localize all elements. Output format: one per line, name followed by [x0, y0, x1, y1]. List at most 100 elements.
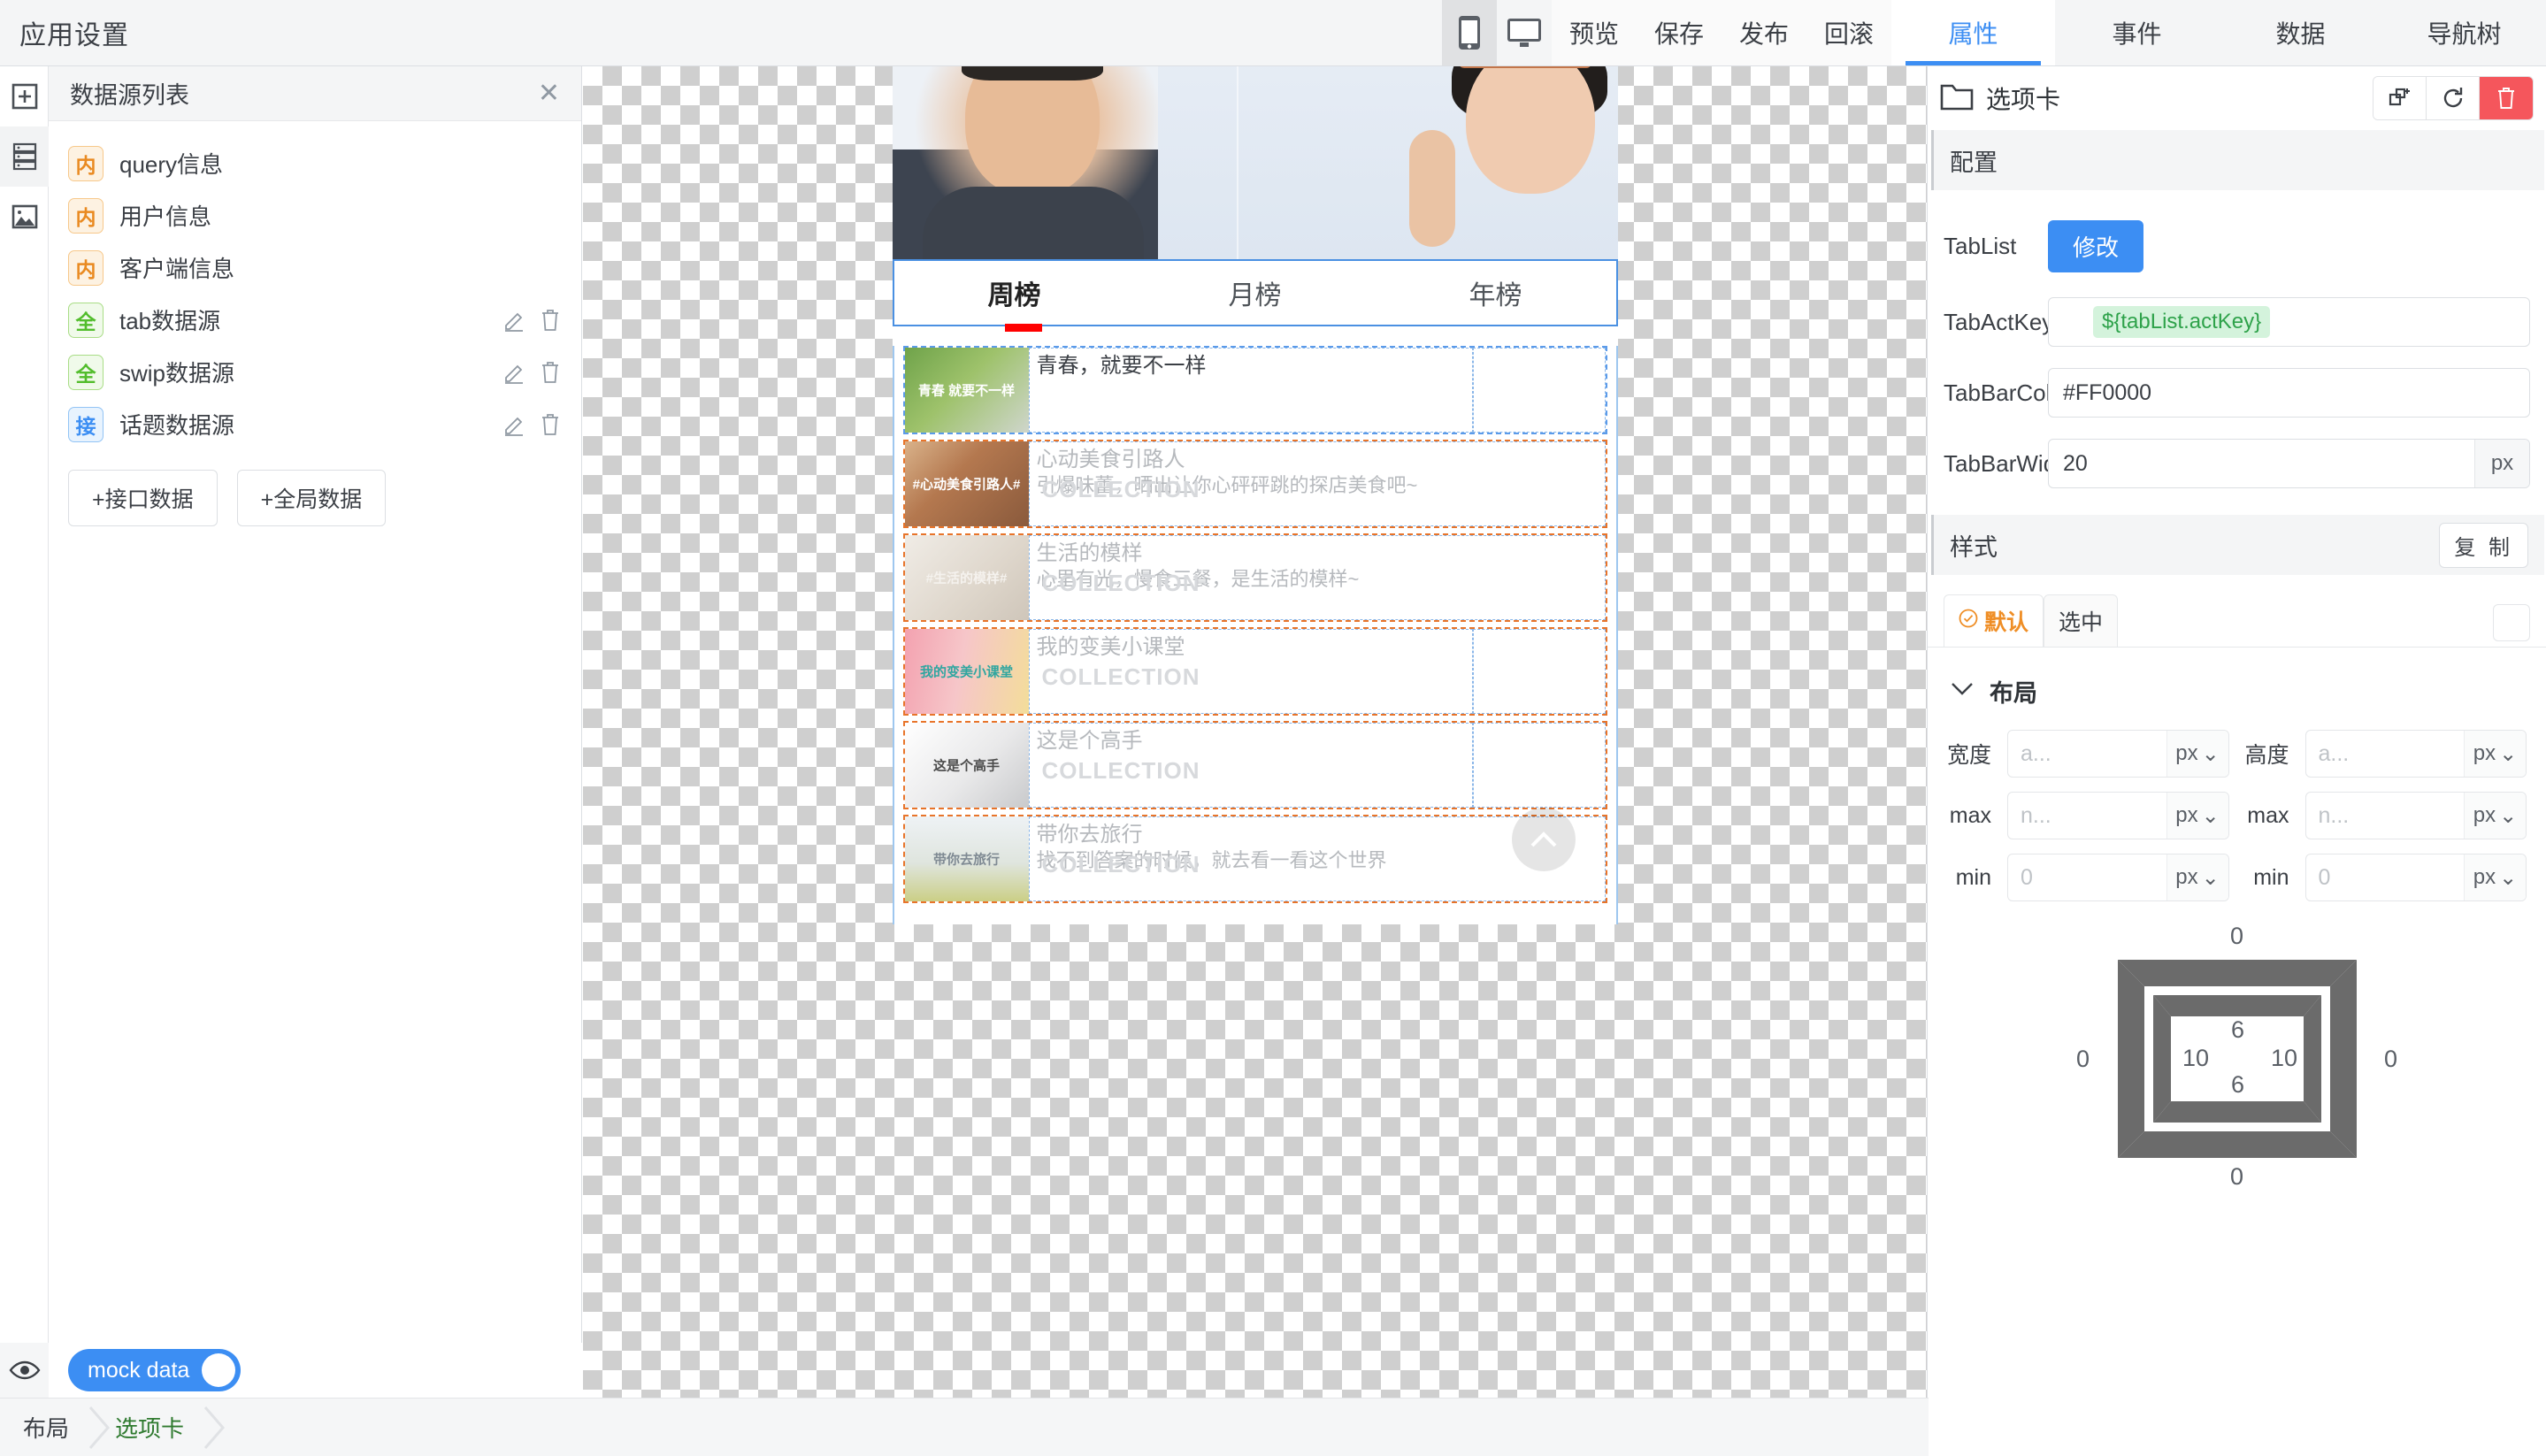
- breadcrumb-item-layout[interactable]: 布局: [0, 1411, 69, 1444]
- tabbarcolor-input[interactable]: #FF0000: [2048, 368, 2530, 418]
- list-item[interactable]: 内 用户信息: [49, 195, 581, 236]
- list-item[interactable]: 青春 就要不一样 青春，就要不一样: [903, 346, 1607, 434]
- mock-data-toggle[interactable]: mock data: [68, 1349, 241, 1391]
- page-title: 应用设置: [0, 0, 129, 65]
- tab-bar[interactable]: 周榜 月榜 年榜: [893, 259, 1618, 326]
- edit-icon[interactable]: [503, 361, 525, 384]
- max-height-unit-select[interactable]: px⌄: [2464, 793, 2526, 839]
- trash-icon[interactable]: [2480, 77, 2533, 119]
- max-height-input[interactable]: n... px⌄: [2305, 792, 2527, 839]
- min-height-input[interactable]: 0 px⌄: [2305, 854, 2527, 901]
- trash-icon[interactable]: [541, 309, 562, 332]
- list-item[interactable]: #生活的模样# 生活的模样 心里有光，慢食三餐，是生活的模样~ COLLECTI…: [903, 533, 1607, 622]
- style-tab-selected[interactable]: 选中: [2044, 594, 2118, 647]
- tabbarwidth-unit: px: [2474, 440, 2529, 487]
- padding-top-value[interactable]: 6: [2231, 1016, 2244, 1044]
- list-item[interactable]: 全 swip数据源: [49, 351, 581, 393]
- padding-left-value[interactable]: 10: [2182, 1045, 2209, 1072]
- data-source-panel-title: 数据源列表: [70, 76, 538, 111]
- style-tab-default[interactable]: 默认: [1944, 594, 2044, 647]
- min-width-label: min: [1947, 865, 1991, 891]
- list-item[interactable]: 接 话题数据源: [49, 403, 581, 445]
- rollback-button[interactable]: 回滚: [1806, 0, 1891, 65]
- height-input[interactable]: a... px⌄: [2305, 730, 2527, 778]
- desktop-icon[interactable]: [1497, 0, 1552, 65]
- list-item-thumbnail: #心动美食引路人#: [905, 441, 1029, 526]
- list-item-body: 生活的模样 心里有光，慢食三餐，是生活的模样~ COLLECTION: [1029, 535, 1606, 620]
- trash-icon[interactable]: [541, 361, 562, 384]
- padding-right-value[interactable]: 10: [2271, 1045, 2297, 1072]
- add-node-icon[interactable]: [2373, 77, 2427, 119]
- list-stack-icon[interactable]: [0, 126, 49, 187]
- max-width-unit-select[interactable]: px⌄: [2166, 793, 2228, 839]
- tab-data[interactable]: 数据: [2219, 0, 2382, 65]
- trash-icon[interactable]: [541, 413, 562, 436]
- preview-eye[interactable]: [0, 1343, 49, 1398]
- close-icon[interactable]: ✕: [538, 80, 560, 107]
- tablist-edit-button[interactable]: 修改: [2048, 220, 2143, 272]
- tab-month[interactable]: 月榜: [1135, 273, 1376, 312]
- list-item-title: 这是个高手: [1037, 729, 1465, 755]
- topic-list: 青春 就要不一样 青春，就要不一样 #心动美食引路人# 心动美食引路人 引爆味蕾…: [893, 346, 1618, 924]
- tab-year[interactable]: 年榜: [1376, 273, 1616, 312]
- max-width-input[interactable]: n... px⌄: [2007, 792, 2228, 839]
- min-width-input[interactable]: 0 px⌄: [2007, 854, 2228, 901]
- preview-canvas[interactable]: 周榜 月榜 年榜 青春 就要不一样 青春，就要不一样 #心: [583, 66, 1927, 1398]
- min-width-unit-select[interactable]: px⌄: [2166, 854, 2228, 900]
- list-item[interactable]: 内 query信息: [49, 142, 581, 184]
- badge-inner: 内: [68, 198, 104, 234]
- list-item[interactable]: 带你去旅行 带你去旅行 找不到答案的时候，就去看一看这个世界 COLLECTIO…: [903, 815, 1607, 903]
- width-input[interactable]: a... px⌄: [2007, 730, 2228, 778]
- margin-right-value[interactable]: 0: [2384, 1046, 2397, 1073]
- style-enable-checkbox[interactable]: [2493, 604, 2530, 641]
- list-item[interactable]: 内 客户端信息: [49, 247, 581, 288]
- list-item-label: swip数据源: [119, 356, 487, 388]
- add-global-data-button[interactable]: +全局数据: [237, 470, 387, 526]
- publish-button[interactable]: 发布: [1722, 0, 1806, 65]
- image-icon[interactable]: [0, 187, 49, 247]
- box-model-diagram: [1928, 917, 2546, 1200]
- thumbnail-caption: 我的变美小课堂: [905, 663, 1029, 681]
- list-item[interactable]: #心动美食引路人# 心动美食引路人 引爆味蕾，晒出让你心砰砰跳的探店美食吧~ C…: [903, 440, 1607, 528]
- min-height-unit-select[interactable]: px⌄: [2464, 854, 2526, 900]
- tab-week[interactable]: 周榜: [894, 273, 1135, 312]
- properties-panel: 选项卡 配置 TabList 修改 TabActKey: [1927, 66, 2546, 1456]
- box-model-editor[interactable]: 0 0 0 0 6 6 10 10: [1928, 917, 2546, 1200]
- tabbarwidth-input[interactable]: 20 px: [2048, 439, 2530, 488]
- style-section-header: 样式 复 制: [1931, 515, 2544, 575]
- copy-style-button[interactable]: 复 制: [2439, 523, 2528, 568]
- layout-section-title: 布局: [1990, 674, 2037, 709]
- mobile-icon[interactable]: [1442, 0, 1497, 65]
- tab-events[interactable]: 事件: [2055, 0, 2219, 65]
- height-unit-select[interactable]: px⌄: [2464, 731, 2526, 777]
- padding-bottom-value[interactable]: 6: [2231, 1071, 2244, 1099]
- preview-button[interactable]: 预览: [1552, 0, 1637, 65]
- expression-chip: ${tabList.actKey}: [2093, 306, 2270, 338]
- plus-square-icon[interactable]: [0, 66, 49, 126]
- breadcrumb-item-tabs[interactable]: 选项卡: [115, 1411, 184, 1444]
- tabactkey-input[interactable]: ${tabList.actKey}: [2048, 297, 2530, 347]
- margin-left-value[interactable]: 0: [2076, 1046, 2090, 1073]
- list-item[interactable]: 我的变美小课堂 我的变美小课堂 COLLECTION: [903, 627, 1607, 716]
- save-button[interactable]: 保存: [1637, 0, 1722, 65]
- topbar-actions: 预览 保存 发布 回滚: [1552, 0, 1891, 65]
- list-item[interactable]: 全 tab数据源: [49, 299, 581, 341]
- config-section-title: 配置: [1950, 143, 2528, 178]
- layout-section-header[interactable]: 布局: [1928, 674, 2546, 709]
- refresh-icon[interactable]: [2427, 77, 2480, 119]
- tab-nav-tree[interactable]: 导航树: [2382, 0, 2546, 65]
- margin-top-value[interactable]: 0: [2230, 923, 2243, 950]
- list-item-title: 心动美食引路人: [1037, 448, 1598, 473]
- list-item-label: 话题数据源: [119, 408, 487, 441]
- thumbnail-caption: 这是个高手: [905, 756, 1029, 775]
- tab-properties[interactable]: 属性: [1891, 0, 2055, 65]
- margin-bottom-value[interactable]: 0: [2230, 1163, 2243, 1191]
- width-unit-select[interactable]: px⌄: [2166, 731, 2228, 777]
- add-api-data-button[interactable]: +接口数据: [68, 470, 218, 526]
- scroll-to-top-button[interactable]: [1512, 808, 1576, 871]
- toggle-knob: [202, 1353, 235, 1387]
- max-width-label: max: [1947, 803, 1991, 829]
- edit-icon[interactable]: [503, 309, 525, 332]
- edit-icon[interactable]: [503, 413, 525, 436]
- list-item[interactable]: 这是个高手 这是个高手 COLLECTION: [903, 721, 1607, 809]
